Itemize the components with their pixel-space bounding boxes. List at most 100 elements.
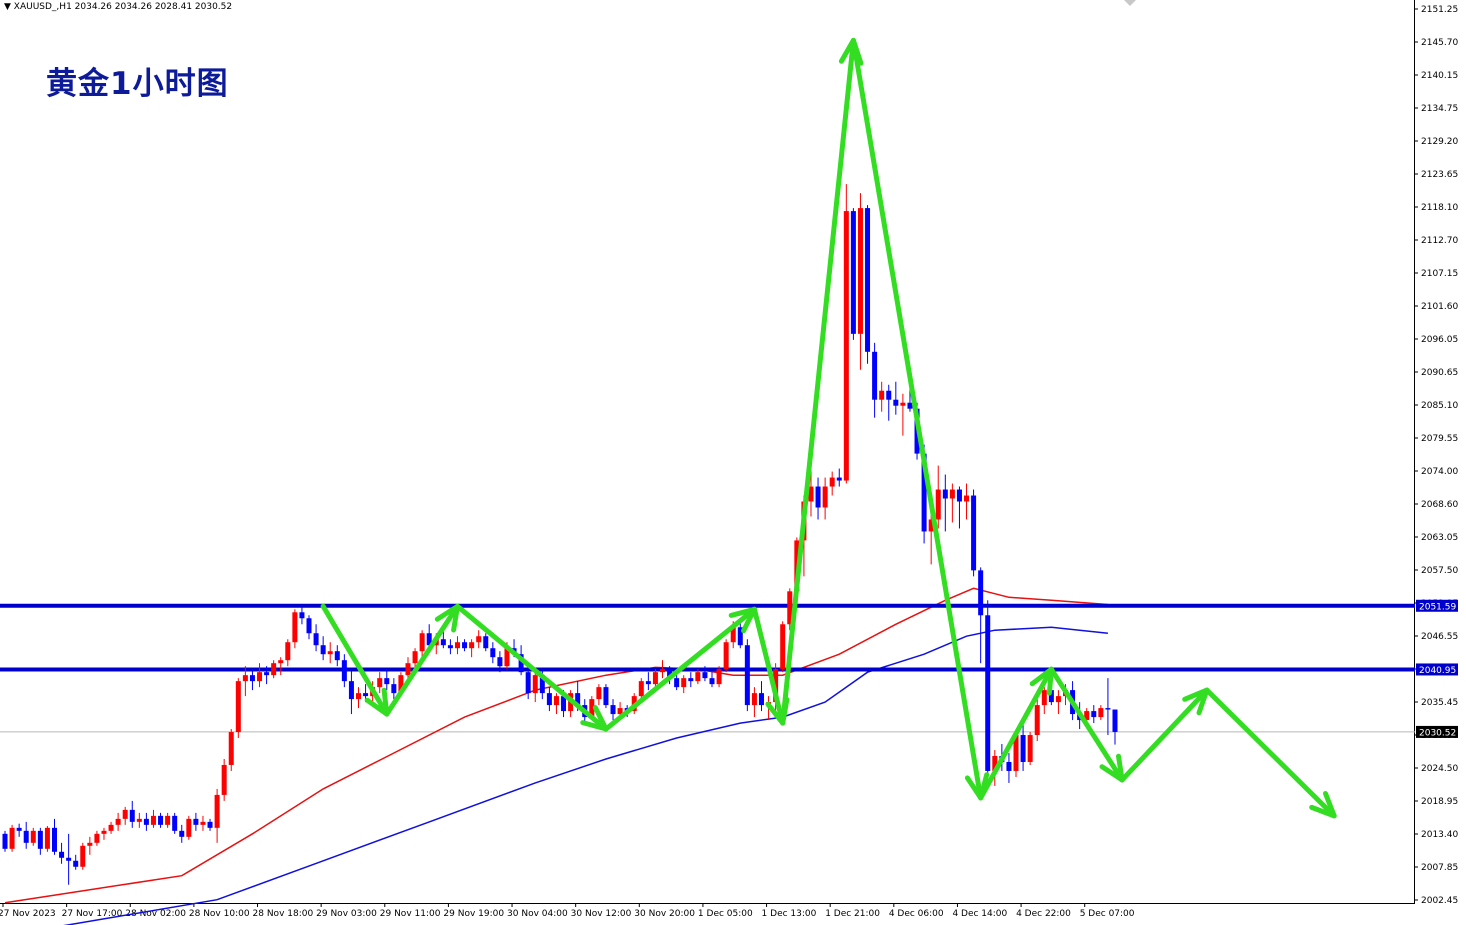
candle-body [306, 618, 312, 634]
candle-body [264, 672, 270, 676]
candle [2, 830, 8, 852]
x-tick-label: 27 Nov 2023 [0, 909, 56, 919]
price-tag-label: 2051.59 [1419, 602, 1456, 612]
candle-body [108, 824, 114, 831]
y-tick-label: 2013.40 [1421, 830, 1458, 840]
candle-body [30, 830, 36, 843]
x-tick-label: 29 Nov 03:00 [316, 909, 377, 919]
candle-body [320, 645, 326, 655]
y-tick-label: 2018.95 [1421, 797, 1458, 807]
candle-body [674, 678, 680, 688]
candle-body [780, 624, 786, 670]
candle-body [447, 645, 453, 649]
candle-body [949, 489, 955, 499]
x-tick-label: 1 Dec 05:00 [698, 909, 753, 919]
candle [221, 758, 227, 801]
candle-body [94, 833, 100, 843]
candle [80, 842, 86, 870]
candle-body [822, 486, 828, 508]
candle [235, 678, 241, 739]
candle-body [610, 705, 616, 715]
candle-body [638, 681, 644, 697]
y-tick-label: 2079.55 [1421, 434, 1458, 444]
chart-header: ▼ XAUUSD_,H1 2034.26 2034.26 2028.41 203… [4, 2, 232, 12]
candle-body [37, 830, 43, 849]
candle-body [652, 672, 658, 685]
candle-body [1105, 708, 1111, 710]
candle-body [200, 821, 206, 825]
x-tick-label: 30 Nov 12:00 [571, 909, 632, 919]
y-tick-label: 2063.05 [1421, 533, 1458, 543]
candle-body [235, 681, 241, 733]
candle-body [242, 675, 248, 682]
candle-body [440, 639, 446, 646]
y-tick-label: 2074.00 [1421, 467, 1458, 477]
x-tick-label: 1 Dec 13:00 [762, 909, 817, 919]
candle-body [165, 815, 171, 825]
candle-body [73, 860, 79, 867]
candle-body [1027, 735, 1033, 762]
candle-body [971, 495, 977, 571]
candle-body [1034, 705, 1040, 736]
level-price-tag: 2040.95 [1416, 663, 1458, 676]
candle-body [59, 851, 65, 858]
candle-body [313, 633, 319, 646]
candle [172, 812, 178, 834]
candle-body [271, 663, 277, 676]
x-tick-label: 30 Nov 20:00 [634, 909, 695, 919]
candle-body [377, 678, 383, 688]
candle-body [723, 642, 729, 670]
y-tick-label: 2085.10 [1421, 401, 1458, 411]
candle-body [80, 845, 86, 867]
price-tags: 2051.59 2040.95 2030.52 [1416, 599, 1458, 738]
candle-body [363, 693, 369, 697]
candle-body [964, 495, 970, 502]
candle-body [249, 675, 255, 682]
y-tick-label: 2101.60 [1421, 302, 1458, 312]
candle-body [603, 687, 609, 706]
y-tick-label: 2057.50 [1421, 566, 1458, 576]
candle-body [2, 833, 8, 849]
candle-body [228, 732, 234, 765]
candle-body [384, 678, 390, 685]
candle-body [16, 827, 22, 831]
dropdown-triangle-icon[interactable]: ▼ [4, 2, 11, 12]
candle-body [532, 675, 538, 694]
candle-body [257, 672, 263, 682]
candle-body [681, 678, 687, 688]
candle-body [490, 648, 496, 658]
candle [744, 639, 750, 712]
plot-area [0, 0, 1415, 903]
candle-body [956, 489, 962, 502]
candle-body [1006, 761, 1012, 771]
candle-body [327, 651, 333, 655]
candle-body [546, 693, 552, 706]
candle-body [122, 809, 128, 819]
candle-body [985, 615, 991, 771]
y-tick-label: 2002.45 [1421, 896, 1458, 906]
x-tick-label: 30 Nov 04:00 [507, 909, 568, 919]
candle-body [341, 660, 347, 682]
y-tick-label: 2112.70 [1421, 236, 1458, 246]
candle-body [645, 681, 651, 685]
x-tick-label: 29 Nov 19:00 [443, 909, 504, 919]
candle-body [214, 794, 220, 828]
x-tick-label: 4 Dec 22:00 [1016, 909, 1071, 919]
candle-body [836, 477, 842, 481]
candle-body [1098, 708, 1104, 718]
candle-body [23, 830, 29, 843]
y-tick-label: 2090.65 [1421, 368, 1458, 378]
candle-body [879, 390, 885, 400]
x-tick-label: 5 Dec 07:00 [1080, 909, 1135, 919]
candle [603, 684, 609, 709]
candle-body [44, 827, 50, 849]
candle-body [129, 809, 135, 822]
candle-body [66, 857, 72, 861]
candle-body [702, 672, 708, 679]
candle-body [419, 633, 425, 652]
candle [1027, 732, 1033, 765]
candle-body [497, 657, 503, 667]
candle-body [850, 211, 856, 334]
candle-body [186, 818, 192, 837]
y-tick-label: 2096.05 [1421, 335, 1458, 345]
